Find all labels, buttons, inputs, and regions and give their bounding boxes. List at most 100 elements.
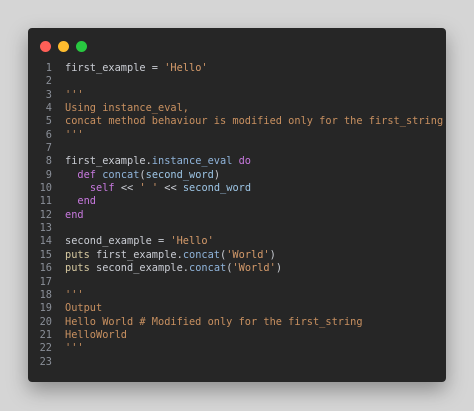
line-text: Using instance_eval, (65, 102, 189, 115)
code-token: ''' (65, 288, 84, 301)
code-line: 10 self << ' ' << second_word (28, 182, 446, 195)
code-token: second_word (145, 168, 214, 181)
line-number: 16 (39, 262, 52, 275)
line-number: 18 (39, 288, 52, 301)
code-line: 18 ''' (28, 289, 446, 302)
code-line: 15 puts first_example.concat('World') (28, 249, 446, 262)
code-token: self (89, 182, 115, 195)
code-line: 21 HelloWorld (28, 329, 446, 342)
line-text: puts second_example.concat('World') (65, 262, 282, 275)
code-token: ''' (65, 128, 84, 141)
line-text: concat method behaviour is modified only… (65, 115, 443, 128)
minimize-dot[interactable] (58, 41, 69, 52)
line-number: 20 (39, 315, 52, 328)
line-text: ''' (65, 289, 84, 302)
line-number: 9 (45, 168, 52, 181)
code-token: do (232, 155, 251, 168)
code-token: ''' (65, 88, 84, 101)
line-text: first_example = 'Hello' (65, 62, 208, 75)
close-dot[interactable] (40, 41, 51, 52)
code-token: first_example. (89, 248, 183, 261)
line-number: 5 (45, 115, 52, 128)
code-line: 14 second_example = 'Hello' (28, 235, 446, 248)
line-text: ''' (65, 89, 84, 102)
code-token: ) (275, 262, 283, 275)
line-number: 6 (45, 128, 52, 141)
line-number: 8 (45, 155, 52, 168)
line-text: Output (65, 302, 102, 315)
code-token: puts (65, 248, 90, 261)
code-line: 20 Hello World # Modified only for the fi… (28, 316, 446, 329)
line-number: 23 (39, 355, 52, 368)
maximize-dot[interactable] (76, 41, 87, 52)
line-number: 11 (39, 195, 52, 208)
line-text: ''' (65, 342, 84, 355)
line-text: Hello World # Modified only for the firs… (65, 316, 363, 329)
line-text: self << ' ' << second_word (65, 182, 251, 195)
code-token: first_example = (65, 62, 165, 74)
code-line: 3 ''' (28, 89, 446, 102)
line-number: 17 (39, 275, 52, 288)
line-text: ''' (65, 129, 84, 142)
line-number: 22 (39, 342, 52, 355)
code-line: 22 ''' (28, 342, 446, 355)
code-token: concat (189, 262, 227, 275)
line-number: 21 (39, 328, 52, 341)
code-editor: 1 first_example = 'Hello' 2 3 ''' 4 Using inst… (28, 62, 446, 369)
line-number: 10 (39, 182, 52, 195)
code-line: 2 (28, 75, 446, 88)
code-line: 5 concat method behaviour is modified onl… (28, 115, 446, 128)
code-line: 7 (28, 142, 446, 155)
code-token: Hello World # Modified only for the firs… (65, 315, 363, 328)
code-token: end (65, 208, 84, 221)
line-number: 1 (45, 62, 52, 74)
line-number: 13 (39, 222, 52, 235)
code-token: ' ' (139, 182, 159, 195)
code-token: << (158, 182, 183, 195)
line-text: end (65, 209, 84, 222)
code-line: 16 puts second_example.concat('World') (28, 262, 446, 275)
code-line: 17 (28, 276, 446, 289)
line-text: first_example.instance_eval do (65, 155, 251, 168)
code-line: 1 first_example = 'Hello' (28, 62, 446, 75)
line-number: 7 (45, 142, 52, 155)
code-token: 'Hello' (164, 62, 208, 74)
code-token: puts (65, 262, 90, 275)
code-token: second_word (182, 182, 252, 195)
line-number: 15 (39, 248, 52, 261)
line-text: def concat(second_word) (65, 169, 220, 182)
code-token: concat method behaviour is modified only… (65, 115, 444, 128)
line-text: end (65, 195, 96, 208)
code-token: ) (269, 248, 276, 261)
code-token: concat (96, 168, 140, 181)
code-token: first_example. (65, 155, 152, 168)
code-line: 6 ''' (28, 129, 446, 142)
code-line: 8 first_example.instance_eval do (28, 155, 446, 168)
code-token: HelloWorld (65, 328, 127, 341)
code-token: def (77, 168, 97, 181)
code-window: 1 first_example = 'Hello' 2 3 ''' 4 Using inst… (28, 28, 446, 382)
line-number: 2 (45, 75, 52, 88)
code-token: second_example. (89, 262, 190, 275)
code-line: 9 def concat(second_word) (28, 169, 446, 182)
window-titlebar (28, 28, 446, 64)
line-text: puts first_example.concat('World') (65, 249, 276, 262)
code-line: 13 (28, 222, 446, 235)
line-number: 3 (45, 88, 52, 101)
code-token: ''' (65, 342, 84, 355)
line-number: 12 (39, 208, 52, 221)
line-number: 4 (45, 102, 52, 115)
code-token: 'World' (232, 262, 276, 275)
code-line: 19 Output (28, 302, 446, 315)
code-token: Using instance_eval, (65, 102, 189, 115)
line-text: HelloWorld (65, 329, 127, 342)
code-token: instance_eval (151, 155, 233, 168)
code-line: 4 Using instance_eval, (28, 102, 446, 115)
code-token: concat (182, 248, 221, 261)
line-text: second_example = 'Hello' (65, 235, 214, 248)
line-number: 14 (39, 235, 52, 248)
code-token: end (77, 195, 97, 208)
